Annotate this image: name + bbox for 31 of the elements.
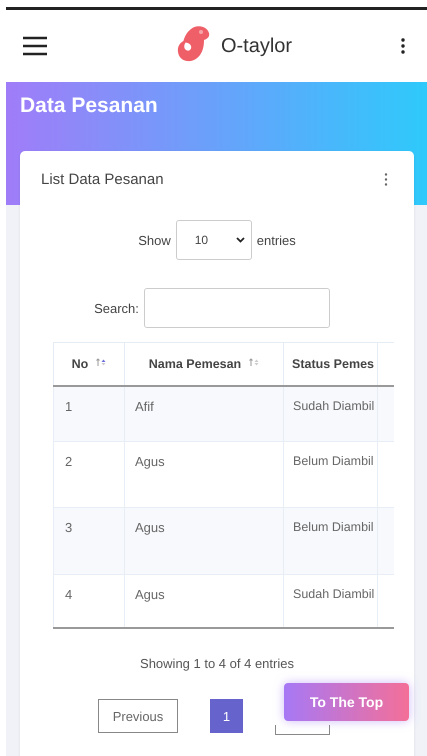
page-button[interactable]: 1 — [210, 699, 243, 733]
more-icon[interactable] — [401, 38, 405, 54]
sort-icon[interactable] — [96, 358, 106, 367]
column-header[interactable]: No — [72, 357, 88, 371]
menu-icon[interactable] — [22, 36, 48, 56]
table-cell: 4 — [65, 587, 72, 602]
brand-name: O-taylor — [220, 34, 292, 58]
table-cell: Sudah Diambil — [293, 587, 374, 601]
search-label: Search: — [94, 300, 139, 316]
table-cell: Sudah Diambil — [293, 399, 374, 413]
table-cell: Afif — [135, 399, 154, 414]
table-cell: Agus — [135, 454, 165, 469]
column-header[interactable]: Nama Pemesan — [148, 357, 242, 371]
page-title: Data Pesanan — [19, 93, 159, 119]
entries-label: entries — [256, 232, 296, 248]
card-title: List Data Pesanan — [41, 171, 164, 188]
table-cell: Belum Diambil — [293, 520, 374, 534]
search-field[interactable] — [144, 288, 330, 328]
previous-button[interactable]: Previous — [98, 699, 178, 733]
table-info: Showing 1 to 4 of 4 entries — [139, 656, 295, 671]
chevron-down-icon — [236, 237, 245, 243]
table-cell: 2 — [65, 454, 72, 469]
table-cell: Agus — [135, 520, 165, 535]
show-label: Show — [138, 232, 171, 248]
sort-icon[interactable] — [249, 358, 260, 367]
table-cell: Belum Diambil — [293, 454, 374, 468]
table-cell: 3 — [65, 520, 72, 535]
next-button[interactable] — [275, 725, 330, 735]
entries-select[interactable]: 10 — [176, 220, 252, 260]
table-cell: Agus — [135, 587, 165, 602]
table-cell: 1 — [65, 399, 72, 414]
